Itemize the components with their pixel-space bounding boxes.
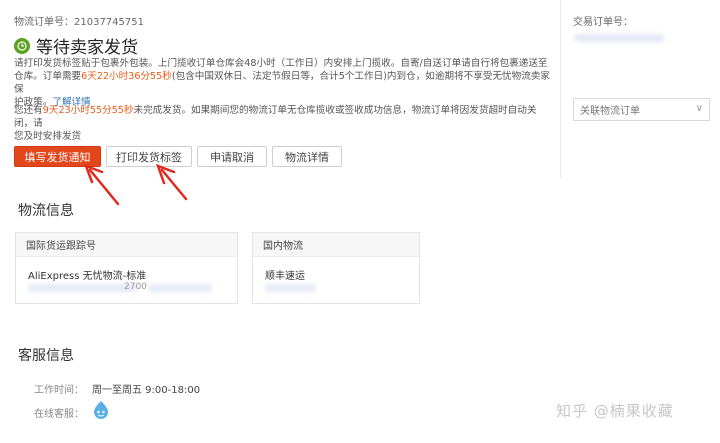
select-value: 关联物流订单 <box>580 106 640 117</box>
trade-order-label: 交易订单号： <box>573 17 633 28</box>
right-panel-divider <box>560 0 561 178</box>
logistics-section-title: 物流信息 <box>18 203 74 219</box>
service-hours-value: 周一至周五 9:00-18:00 <box>92 385 201 396</box>
redacted-domestic-tracking <box>265 284 315 292</box>
watermark: 知乎 @楠果收藏 <box>556 402 674 420</box>
card-header: 国际货运跟踪号 <box>16 233 237 257</box>
related-logistics-order-select[interactable]: 关联物流订单 ∨ <box>573 98 710 121</box>
international-tracking-card: 国际货运跟踪号 AliExpress 无忧物流-标准 2700 <box>15 232 238 304</box>
service-section-title: 客服信息 <box>18 348 74 364</box>
annotation-arrow <box>88 168 120 206</box>
redacted-trade-order-number <box>574 34 664 42</box>
domestic-logistics-card: 国内物流 顺丰速运 <box>252 232 420 304</box>
card-header: 国内物流 <box>253 233 419 257</box>
annotation-arrows <box>83 163 188 206</box>
chevron-down-icon: ∨ <box>695 103 703 114</box>
online-service-label: 在线客服： <box>34 409 84 420</box>
annotation-arrow <box>160 168 188 201</box>
domestic-carrier-name: 顺丰速运 <box>265 271 305 282</box>
redacted-tracking-number <box>148 284 212 292</box>
chat-icon[interactable] <box>92 400 110 423</box>
service-hours-label: 工作时间： <box>34 385 84 396</box>
logistics-service-name: AliExpress 无忧物流-标准 <box>28 271 147 282</box>
redacted-tracking-number <box>28 284 138 292</box>
tracking-number-fragment: 2700 <box>124 282 147 292</box>
